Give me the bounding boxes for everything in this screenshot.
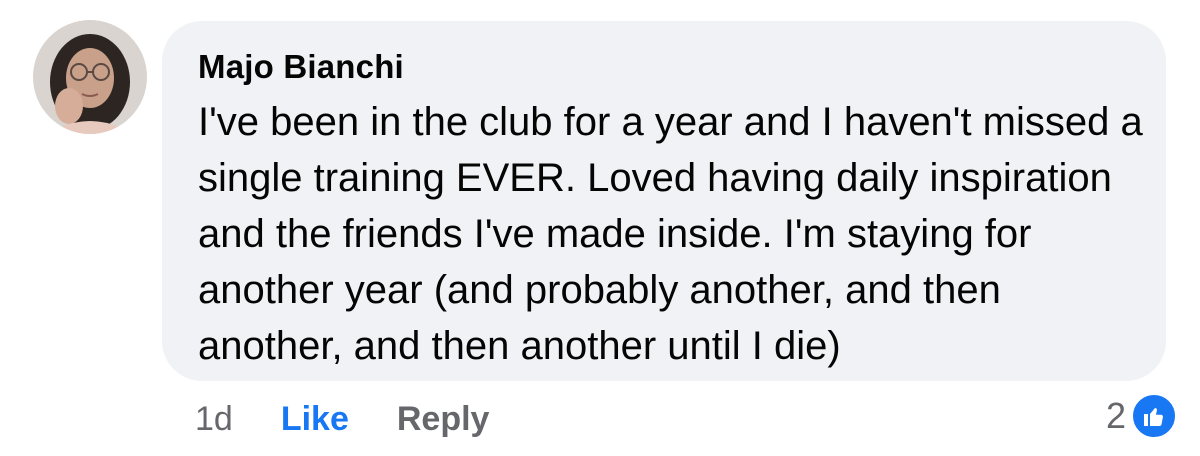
comment: Majo Bianchi I've been in the club for a…: [0, 0, 1200, 456]
reaction-summary[interactable]: 2: [1105, 392, 1178, 440]
comment-text: I've been in the club for a year and I h…: [198, 100, 1143, 368]
reaction-count: 2: [1105, 395, 1126, 436]
comment-actions: 1d Like Reply: [195, 397, 537, 441]
like-button[interactable]: Like: [281, 400, 349, 439]
reply-button[interactable]: Reply: [397, 400, 490, 439]
comment-author[interactable]: Majo Bianchi: [198, 45, 1136, 89]
avatar[interactable]: [33, 20, 147, 134]
thumbs-up-icon: [1130, 392, 1178, 440]
comment-bubble: Majo Bianchi I've been in the club for a…: [162, 21, 1166, 381]
comment-timestamp[interactable]: 1d: [195, 400, 233, 439]
avatar-image: [33, 20, 147, 134]
